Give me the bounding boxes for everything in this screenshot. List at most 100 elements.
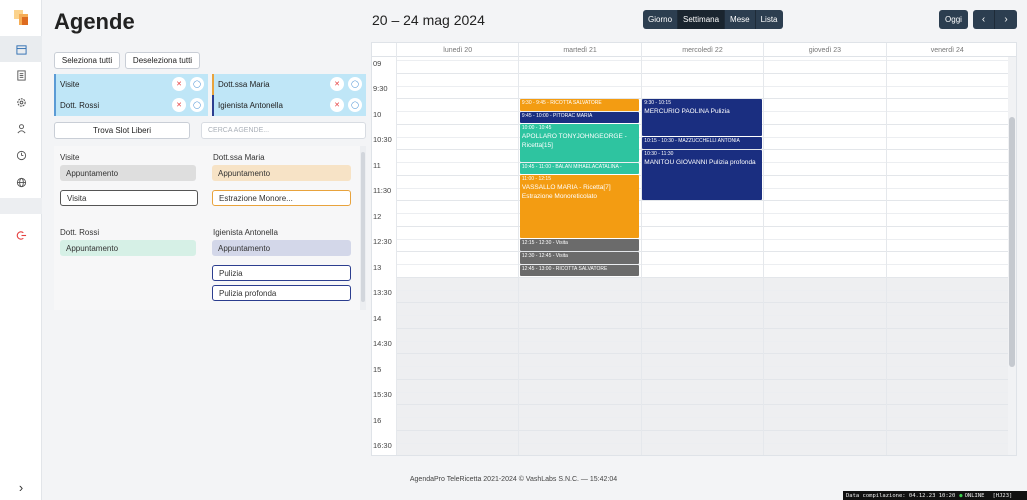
agenda-user-icon[interactable]: ◯: [348, 98, 362, 112]
time-label: 16: [373, 415, 382, 425]
agenda-name: Visite: [60, 80, 80, 89]
appointment-pill-antonella[interactable]: Appuntamento: [212, 240, 351, 256]
time-label: 15:30: [373, 390, 392, 400]
week-calendar: lunedì 20 martedì 21 mercoledì 22 giovedì 2…: [371, 42, 1017, 456]
calendar-event[interactable]: 10:45 - 11:00 - BALAN MIHAELACATALINA -: [519, 162, 640, 175]
calendar-event[interactable]: 10:15 - 10:30 - MAZZUCCHELLI ANTONIA: [642, 137, 762, 149]
event-time: 9:30 - 10:15: [644, 99, 671, 106]
calendar-event[interactable]: 9:45 - 10:00 - PITORAC MARIA: [519, 111, 640, 124]
agenda-item-igienista-antonella[interactable]: Igienista Antonella ✕ ◯: [212, 95, 366, 116]
appointment-pill-maria[interactable]: Appuntamento: [212, 165, 351, 181]
day-header: venerdì 24: [885, 43, 1008, 57]
agenda-item-dott-rossi[interactable]: Dott. Rossi ✕ ◯: [54, 95, 208, 116]
view-switch: Giorno Settimana Mese Lista: [643, 10, 783, 29]
time-gridline: [396, 238, 1016, 240]
view-day-button[interactable]: Giorno: [643, 10, 679, 29]
time-gridline: [396, 391, 1016, 393]
calendar-event[interactable]: 11:00 - 12:15 VASSALLO MARIA - Ricetta[7]…: [519, 175, 640, 238]
time-gridline: [396, 264, 1016, 265]
calendar-icon[interactable]: [0, 36, 42, 62]
time-gridline: [396, 302, 1016, 304]
sidebar-separator: [0, 198, 42, 214]
lists-scroll-thumb[interactable]: [361, 152, 365, 302]
list-title-rossi: Dott. Rossi: [60, 228, 100, 237]
agenda-name: Dott.ssa Maria: [218, 80, 270, 89]
day-header: mercoledì 22: [640, 43, 763, 57]
time-gridline: [396, 60, 1016, 61]
list-icon[interactable]: [0, 62, 42, 88]
appointment-pill-visite[interactable]: Appuntamento: [60, 165, 196, 181]
event-title: VASSALLO MARIA - Ricetta[7] Estrazione M…: [521, 184, 611, 201]
event-summary: 9:30 - 9:45 - RICOTTA SALVATORE: [521, 99, 602, 106]
prev-week-button[interactable]: ‹: [973, 10, 995, 29]
view-week-button[interactable]: Settimana: [678, 10, 726, 29]
lists-scrollbar[interactable]: [360, 146, 366, 310]
event-summary: 12:30 - 12:45 - Visita: [521, 252, 568, 259]
calendar-event[interactable]: 12:15 - 12:30 - Visita: [519, 239, 640, 251]
calendar-event[interactable]: 9:30 - 9:45 - RICOTTA SALVATORE: [519, 98, 640, 111]
time-gridline: [396, 85, 1016, 87]
event-time: 10:00 - 10:45: [521, 125, 552, 132]
gear-icon[interactable]: [0, 89, 42, 115]
agenda-item-visite[interactable]: Visite ✕ ◯: [54, 74, 208, 95]
service-item-pulizia-profonda[interactable]: Pulizia profonda: [212, 285, 351, 301]
online-status: ONLINE: [964, 492, 985, 499]
app-logo-icon: [12, 8, 30, 26]
time-label: 12:30: [373, 237, 392, 247]
agenda-user-icon[interactable]: ◯: [190, 77, 204, 91]
time-gridline: [396, 72, 1016, 74]
time-label: 09: [373, 58, 382, 68]
hide-agenda-icon[interactable]: ✕: [330, 98, 344, 112]
calendar-event[interactable]: 12:30 - 12:45 - Visita: [519, 251, 640, 264]
list-title-antonella: Igienista Antonella: [213, 228, 278, 237]
time-gridline: [396, 340, 1016, 342]
time-gridline: [396, 225, 1016, 227]
sidebar: ›: [0, 0, 42, 500]
hide-agenda-icon[interactable]: ✕: [172, 98, 186, 112]
event-time: 10:30 - 11:30: [644, 150, 674, 157]
calendar-scrollbar[interactable]: [1008, 57, 1016, 455]
hide-agenda-icon[interactable]: ✕: [330, 77, 344, 91]
calendar-event[interactable]: 12:45 - 13:00 - RICOTTA SALVATORE: [519, 264, 640, 277]
find-free-slots-button[interactable]: Trova Slot Liberi: [54, 122, 190, 139]
view-month-button[interactable]: Mese: [725, 10, 756, 29]
service-item-estrazione[interactable]: Estrazione Monore...: [212, 190, 351, 206]
event-summary: 12:45 - 13:00 - RICOTTA SALVATORE: [521, 265, 608, 272]
service-item-pulizia[interactable]: Pulizia: [212, 265, 351, 281]
agenda-item-dottssa-maria[interactable]: Dott.ssa Maria ✕ ◯: [212, 74, 366, 95]
day-gridline: [763, 57, 765, 455]
agenda-user-icon[interactable]: ◯: [190, 98, 204, 112]
calendar-event[interactable]: 10:00 - 10:45 APOLLARO TONYJOHNGEORGE - R…: [519, 124, 640, 162]
deselect-all-button[interactable]: Deseleziona tutti: [125, 52, 200, 69]
time-gridline: [396, 429, 1016, 431]
time-gridline: [396, 366, 1016, 367]
calendar-event[interactable]: 10:30 - 11:30 MANITOU GIOVANNI Pulizia pr…: [642, 149, 762, 200]
event-summary: 9:45 - 10:00 - PITORAC MARIA: [521, 112, 593, 119]
calendar-event[interactable]: 9:30 - 10:15 MERCURIO PAOLINA Pulizia: [642, 98, 762, 136]
time-label: 9:30: [373, 84, 388, 94]
agenda-column-right: Dott.ssa Maria ✕ ◯ Igienista Antonella ✕…: [212, 74, 366, 116]
globe-icon[interactable]: [0, 169, 42, 195]
calendar-scroll-thumb[interactable]: [1009, 117, 1015, 367]
next-week-button[interactable]: ›: [995, 10, 1017, 29]
time-label: 11: [373, 160, 381, 170]
select-all-button[interactable]: Seleziona tutti: [54, 52, 120, 69]
user-icon[interactable]: [0, 115, 42, 141]
time-gridline: [396, 276, 1016, 278]
date-range-title: 20 – 24 mag 2024: [372, 12, 485, 28]
footer-text: AgendaPro TeleRicetta 2021-2024 © VashLa…: [409, 476, 618, 483]
view-list-button[interactable]: Lista: [755, 10, 783, 29]
agenda-user-icon[interactable]: ◯: [348, 77, 362, 91]
logout-icon[interactable]: [0, 222, 42, 248]
search-agende-input[interactable]: CERCA AGENDE...: [201, 122, 366, 139]
event-title: MANITOU GIOVANNI Pulizia profonda: [644, 158, 756, 166]
clock-icon[interactable]: [0, 142, 42, 168]
agenda-color-bar: [212, 74, 214, 95]
time-gridline: [396, 327, 1016, 329]
today-button[interactable]: Oggi: [939, 10, 968, 29]
calendar-day-headers: lunedì 20 martedì 21 mercoledì 22 giovedì 2…: [372, 43, 1016, 57]
appointment-pill-rossi[interactable]: Appuntamento: [60, 240, 196, 256]
day-gridline: [396, 57, 397, 455]
service-item-visita[interactable]: Visita: [60, 190, 198, 206]
hide-agenda-icon[interactable]: ✕: [172, 77, 186, 91]
